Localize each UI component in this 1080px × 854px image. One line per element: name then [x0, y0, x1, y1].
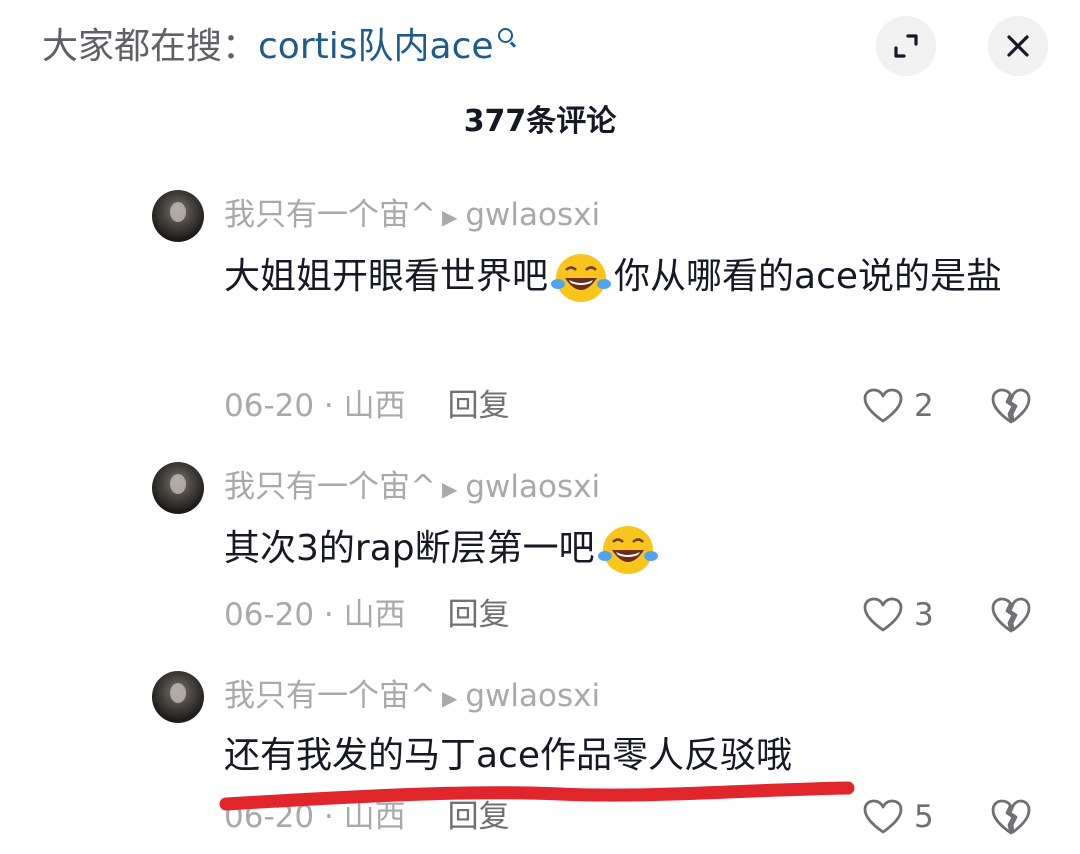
- avatar[interactable]: [152, 190, 204, 242]
- avatar[interactable]: [152, 462, 204, 514]
- close-button[interactable]: [988, 16, 1048, 76]
- reply-arrow-icon: ▶: [441, 685, 458, 710]
- comment-text: 大姐姐开眼看世界吧 你从哪看的ace说的是盐: [224, 242, 1024, 312]
- tears-of-joy-emoji: [551, 254, 612, 302]
- expand-button[interactable]: [876, 16, 936, 76]
- top-bar: 大家都在搜：cortis队内ace: [0, 0, 1080, 100]
- reply-arrow-icon: ▶: [441, 204, 458, 229]
- comment-date-location: 06-20 · 山西: [224, 597, 406, 633]
- comment-author-line[interactable]: 我只有一个宙^ ▶ gwlaosxi: [224, 194, 600, 238]
- comment-text-part: 其次3的rap断层第一吧: [224, 528, 595, 569]
- tears-of-joy-emoji: [597, 526, 658, 574]
- close-icon: [1007, 35, 1029, 57]
- comment-meta: 06-20 · 山西 回复: [224, 796, 510, 838]
- reply-arrow-icon: ▶: [441, 476, 458, 501]
- comment-date-location: 06-20 · 山西: [224, 388, 406, 424]
- broken-heart-icon[interactable]: [990, 796, 1032, 838]
- like-button[interactable]: 3: [862, 594, 934, 636]
- reply-button[interactable]: 回复: [448, 799, 510, 835]
- like-button[interactable]: 2: [862, 385, 934, 427]
- like-count: 3: [914, 597, 934, 633]
- comment-text-part: 还有我发的马丁ace作品零人反驳哦: [224, 735, 793, 776]
- comment-text: 还有我发的马丁ace作品零人反驳哦: [224, 721, 1024, 791]
- heart-outline-icon: [863, 597, 903, 632]
- comment-meta: 06-20 · 山西 回复: [224, 594, 510, 636]
- search-term-link[interactable]: cortis队内ace: [258, 26, 494, 67]
- broken-heart-icon[interactable]: [990, 594, 1032, 636]
- comment-author-line[interactable]: 我只有一个宙^ ▶ gwlaosxi: [224, 466, 600, 510]
- heart-outline-icon: [863, 799, 903, 834]
- comment-text-part: 你从哪看的ace说的是盐: [614, 256, 1003, 297]
- comment-text-part: 大姐姐开眼看世界吧: [224, 256, 549, 297]
- search-suggestion[interactable]: 大家都在搜：cortis队内ace: [42, 22, 516, 72]
- comment-count-title: 377条评论: [463, 104, 617, 139]
- reply-button[interactable]: 回复: [448, 388, 510, 424]
- reply-to-name[interactable]: gwlaosxi: [465, 678, 600, 714]
- reply-to-name[interactable]: gwlaosxi: [465, 197, 600, 233]
- like-button[interactable]: 5: [862, 796, 934, 838]
- search-icon: [497, 28, 516, 46]
- comment-text: 其次3的rap断层第一吧: [224, 514, 1024, 584]
- comment-author-line[interactable]: 我只有一个宙^ ▶ gwlaosxi: [224, 675, 600, 719]
- search-prefix-label: 大家都在搜：: [42, 26, 259, 67]
- like-count: 5: [914, 799, 934, 835]
- author-name[interactable]: 我只有一个宙^: [224, 469, 436, 505]
- reply-to-name[interactable]: gwlaosxi: [465, 469, 600, 505]
- author-name[interactable]: 我只有一个宙^: [224, 678, 436, 714]
- comment-meta: 06-20 · 山西 回复: [224, 385, 510, 427]
- broken-heart-icon[interactable]: [990, 385, 1032, 427]
- heart-outline-icon: [863, 388, 903, 423]
- expand-icon: [894, 34, 918, 58]
- author-name[interactable]: 我只有一个宙^: [224, 197, 436, 233]
- like-count: 2: [914, 388, 934, 424]
- avatar[interactable]: [152, 671, 204, 723]
- reply-button[interactable]: 回复: [448, 597, 510, 633]
- comment-date-location: 06-20 · 山西: [224, 799, 406, 835]
